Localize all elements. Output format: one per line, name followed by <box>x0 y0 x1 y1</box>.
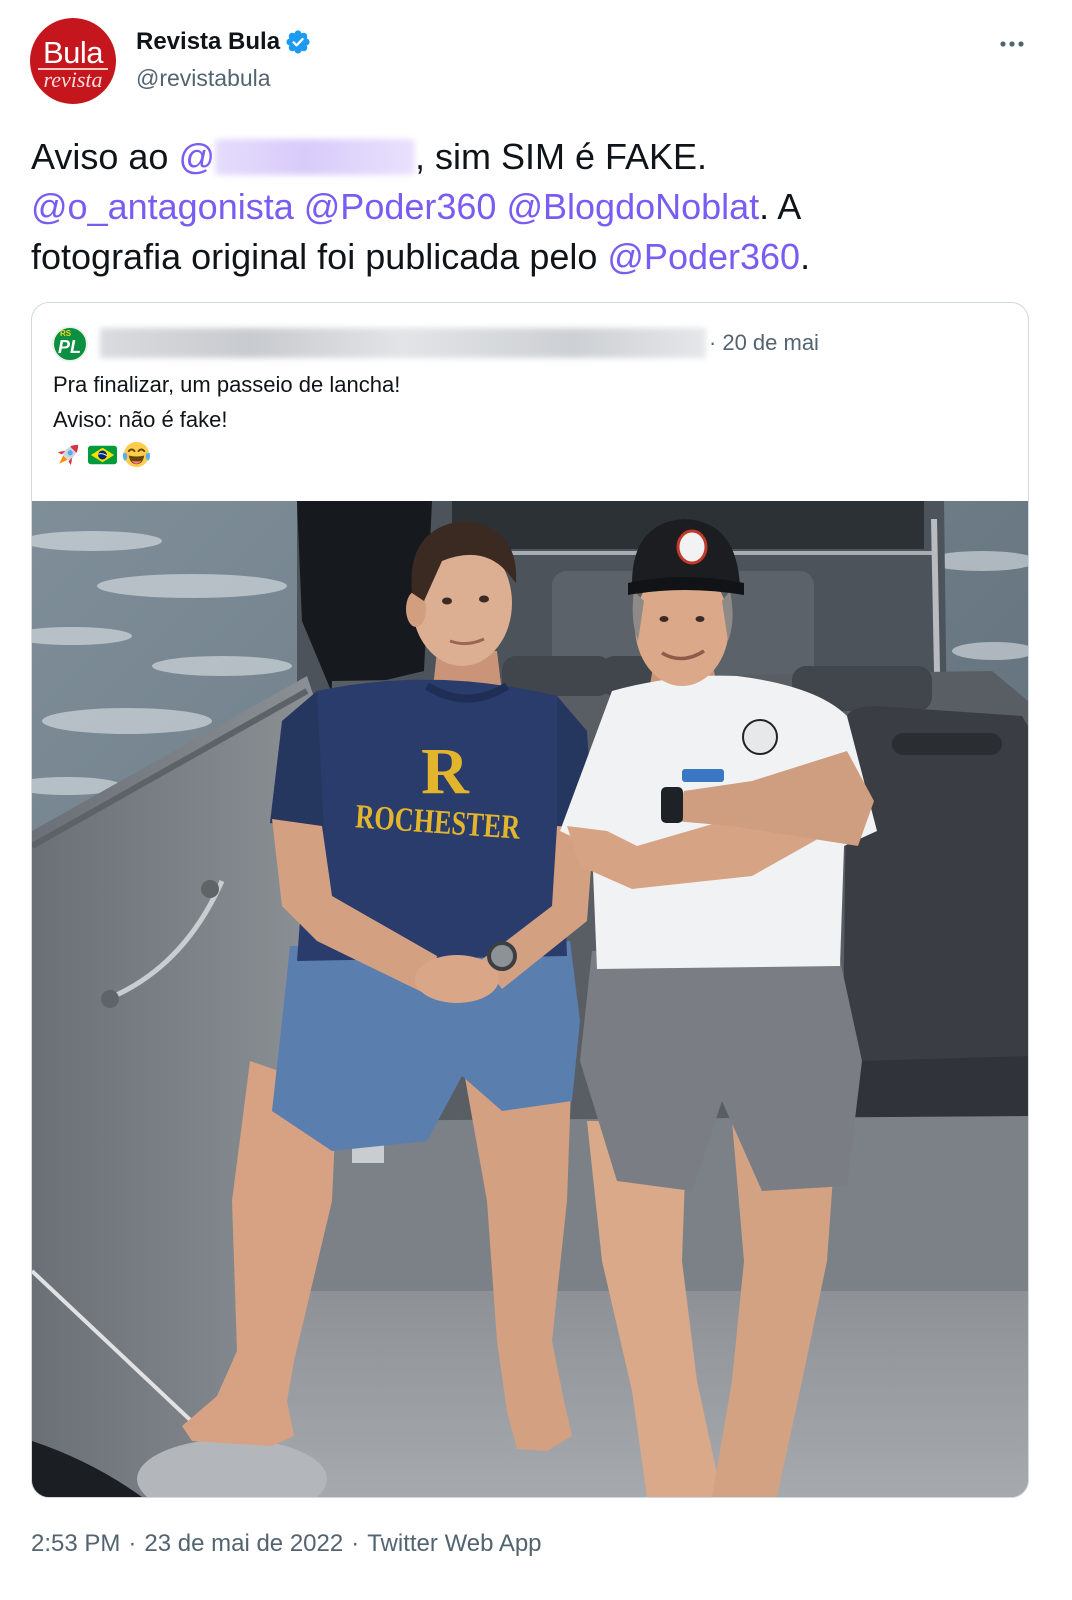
shirt-text-r: R <box>421 735 470 808</box>
tweet-time[interactable]: 2:53 PM <box>31 1530 120 1557</box>
author-avatar[interactable]: Bula revista <box>30 18 116 104</box>
quoted-tweet-card[interactable]: RS PL · 20 de mai Pra finalizar, um passe… <box>31 302 1029 1498</box>
tweet-text: Aviso ao @ , sim SIM é FAKE. @o_antagonis… <box>31 132 1041 282</box>
quoted-tweet-date[interactable]: · 20 de mai <box>709 325 819 361</box>
mention-poder360[interactable]: @Poder360 <box>607 236 800 277</box>
quoted-date-text: 20 de mai <box>722 330 819 355</box>
quoted-emoji-row <box>53 437 400 472</box>
tweet-text-segment: . A <box>759 186 802 227</box>
more-horizontal-icon[interactable] <box>996 32 1028 56</box>
mention-o-antagonista[interactable]: @o_antagonista <box>31 186 294 227</box>
mention-poder360[interactable]: @Poder360 <box>304 186 497 227</box>
tweet-text-line: @o_antagonista @Poder360 @BlogdoNoblat. … <box>31 182 1041 232</box>
tweet-date[interactable]: 23 de mai de 2022 <box>144 1530 343 1557</box>
metadata-separator: · <box>351 1530 360 1557</box>
quoted-date-separator: · <box>709 330 717 355</box>
mention-at-sign: @ <box>178 136 215 177</box>
tweet-text-segment: . <box>800 236 811 277</box>
quoted-author-avatar[interactable]: RS PL <box>52 326 88 362</box>
rocket-emoji-icon <box>57 444 79 466</box>
tweet-source[interactable]: Twitter Web App <box>367 1530 541 1557</box>
quoted-text-line: Pra finalizar, um passeio de lancha! <box>53 372 401 397</box>
tweet-text-segment: , sim SIM é FAKE. <box>414 136 708 177</box>
tweet-text-segment: Aviso ao <box>31 136 179 177</box>
author-name-row[interactable]: Revista Bula <box>136 27 310 57</box>
mention-redacted[interactable]: @ <box>178 136 415 177</box>
avatar-logo-text-top: Bula <box>42 35 104 70</box>
avatar-logo-text-bottom: revista <box>43 67 103 92</box>
mention-blogdonoblat[interactable]: @BlogdoNoblat <box>506 186 759 227</box>
author-handle[interactable]: @revistabula <box>136 63 271 93</box>
tweet-text-line: Aviso ao @ , sim SIM é FAKE. <box>31 132 1041 182</box>
tweet-detail: Bula revista Revista Bula @revistabula A… <box>0 0 1072 1600</box>
author-name[interactable]: Revista Bula <box>136 27 280 57</box>
brazil-flag-emoji-icon <box>87 445 118 465</box>
quoted-tweet-text: Pra finalizar, um passeio de lancha! Avi… <box>53 367 400 472</box>
verified-badge-icon <box>286 30 310 54</box>
tears-of-joy-emoji-icon <box>122 441 151 468</box>
quoted-text-line: Aviso: não é fake! <box>53 407 228 432</box>
redacted-handle-blur <box>214 139 415 175</box>
tweet-text-line: fotografia original foi publicada pelo @… <box>31 232 1041 282</box>
quoted-author-name-blur <box>100 328 706 358</box>
quoted-avatar-logo-bottom: PL <box>58 337 82 357</box>
metadata-separator: · <box>128 1530 137 1557</box>
tweet-text-segment: fotografia original foi publicada pelo <box>31 236 608 277</box>
boat-photo: R ROCHESTER <box>32 501 1028 1497</box>
quoted-tweet-photo[interactable]: R ROCHESTER <box>32 501 1028 1497</box>
tweet-metadata: 2:53 PM · 23 de mai de 2022 · Twitter Web Ap… <box>31 1528 542 1560</box>
